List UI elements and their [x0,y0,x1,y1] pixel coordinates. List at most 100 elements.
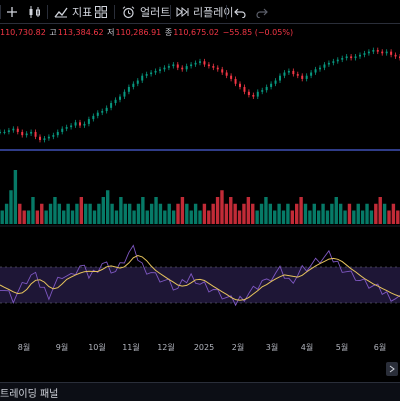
candle-body [92,115,95,120]
close-key: 종 [164,28,173,37]
low-value: 110,286.91 [115,28,162,37]
volume-bar [70,210,75,224]
scroll-to-latest-button[interactable] [386,362,398,376]
candle-body [216,67,219,70]
candles-icon[interactable] [28,4,42,20]
volume-bar [286,203,290,224]
candle-body [56,131,59,136]
change-value: −55.85 (−0.05%) [222,28,294,37]
volume-bar [53,197,57,224]
candle-body [105,107,108,112]
candle-body [341,58,344,60]
toolbar-separator [226,5,227,19]
undo-icon [234,8,246,18]
candle-body [332,61,335,63]
volume-bar [233,203,237,224]
candle-body [190,64,193,67]
candle-body [283,72,286,76]
volume-bar [211,203,215,224]
volume-bar [242,203,246,224]
candle-body [394,54,397,57]
time-axis-label: 11월 [122,342,140,352]
candle-body [323,64,326,68]
volume-bar [176,203,180,224]
volume-bar [202,203,207,224]
volume-bar [343,210,347,224]
candle-body [367,51,370,54]
volume-bar [185,203,189,224]
volume-bar [334,197,338,224]
volume-bar [145,210,149,224]
volume-bar [325,210,330,224]
volume-bar [369,210,374,224]
crosshair-icon[interactable] [6,4,18,20]
candle-body [230,75,233,79]
candle-body [159,69,161,71]
candle-body [247,91,250,95]
volume-bar [136,203,141,224]
volume-bar [295,203,299,224]
volume-bar [220,190,224,224]
candle-body [327,62,330,65]
price-chart[interactable]: 8월 9월 10월 11월 12월 2025 2월 3월 4월 5월 6월 [0,40,400,360]
volume-bar [88,203,92,224]
candle-body [390,51,393,55]
candle-body [16,128,19,132]
alert-label: 얼러트 [140,6,171,19]
time-axis-label: 8월 [18,342,30,352]
candle-body [181,67,184,70]
indicators-button[interactable]: 지표 [54,4,92,20]
volume-bar [4,203,9,224]
volume-bar [198,210,202,224]
candle-body [39,136,41,140]
candle-body [243,86,246,92]
volume-bar [229,197,233,224]
volume-bar [308,210,312,224]
volume-bar [338,203,343,224]
undo-button[interactable] [234,4,246,20]
volume-bar [378,197,382,224]
volume-bar [321,203,325,224]
replay-button[interactable]: 리플레이 [176,4,233,20]
volume-bar [127,203,132,224]
candle-body [79,122,81,126]
candle-body [359,54,361,57]
volume-bar [123,203,127,224]
candle-body [172,64,175,67]
layouts-grid-icon[interactable] [95,4,107,20]
trading-panel-label: 트레이딩 패널 [0,389,59,400]
redo-button[interactable] [256,4,268,20]
volume-bar [246,197,251,224]
candle-body [194,62,197,65]
candle-body [212,66,215,68]
candle-body [345,56,348,59]
time-axis-label: 3월 [266,342,278,352]
candle-body [287,70,290,73]
chart-toolbar: 지표 얼러트 리플레이 [0,0,400,24]
time-axis-label: 10월 [88,342,106,352]
volume-bar [382,203,387,224]
candle-body [96,112,99,116]
candle-body [110,103,113,108]
candle-body [296,74,299,76]
volume-bar [189,210,193,224]
candle-body [136,80,139,84]
indicators-label: 지표 [72,6,93,19]
candle-body [256,91,259,97]
candle-body [350,56,353,59]
trading-panel-tab[interactable]: 트레이딩 패널 [0,382,400,401]
time-scale-bar [0,360,400,382]
candle-body [34,131,37,137]
time-axis-label: 12월 [157,342,175,352]
time-axis-label: 2월 [232,342,244,352]
volume-bar [347,203,352,224]
candle-body [372,50,375,52]
candle-body [101,111,104,113]
volume-bar [35,210,40,224]
time-axis-label: 9월 [56,342,68,352]
toolbar-separator [47,5,48,19]
volume-bar [141,197,145,224]
candle-body [47,136,50,139]
candle-body [83,123,86,126]
alert-button[interactable]: 얼러트 [122,4,170,20]
